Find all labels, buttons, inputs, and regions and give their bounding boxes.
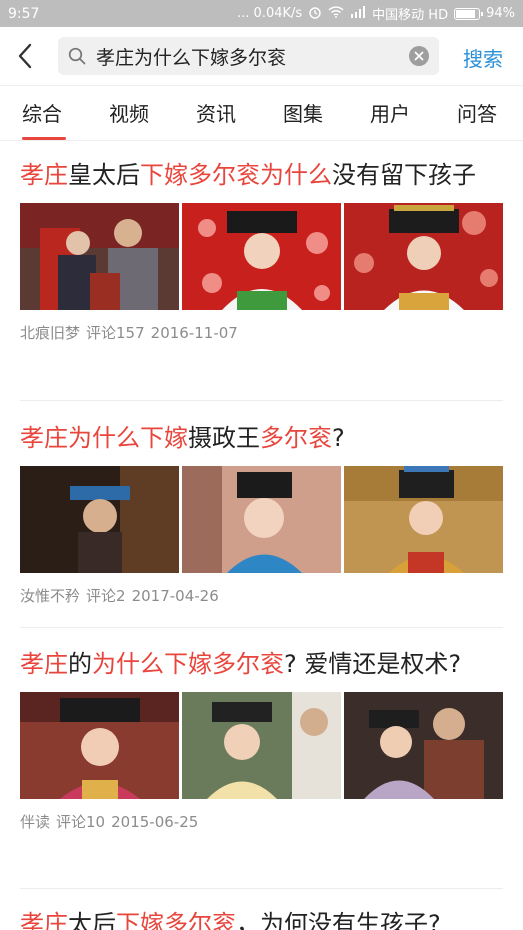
wifi-icon [328,5,344,22]
result-meta: 汝惟不矜 评论2 2017-04-26 [20,585,503,606]
thumbnail-image[interactable] [20,466,179,573]
search-input[interactable]: 孝庄为什么下嫁多尔衮 [58,37,439,75]
result-title[interactable]: 孝庄的为什么下嫁多尔衮? 爱情还是权术? [20,646,503,682]
title-text: 太后 [68,910,116,930]
title-highlight: 孝庄 [20,650,68,678]
result-meta: 伴读 评论10 2015-06-25 [20,811,503,832]
result-item[interactable]: 孝庄太后下嫁多尔衮，为何没有生孩子? [20,906,503,930]
publish-date: 2016-11-07 [150,324,238,342]
status-time: 9:57 [8,5,40,22]
active-tab-indicator [22,137,66,140]
thumbnail-image[interactable] [20,203,179,310]
thumbnail-row [20,203,503,310]
title-text: 没有留下孩子 [332,161,476,189]
divider [20,888,503,889]
thumbnail-row [20,692,503,799]
divider [20,400,503,401]
status-bar: 9:57 ... 0.04K/s 中国移动 HD 94% [0,0,523,27]
tab-gallery[interactable]: 图集 [283,98,323,127]
title-highlight: 多尔衮 [260,424,332,452]
battery-icon [454,7,484,20]
tab-bar: 综合 视频 资讯 图集 用户 问答 [0,85,523,141]
thumbnail-image[interactable] [344,203,503,310]
publish-date: 2015-06-25 [111,813,199,831]
search-icon [68,47,86,65]
title-text: 皇太后 [68,161,140,189]
title-highlight: 下嫁多尔衮 [116,910,236,930]
carrier-label: 中国移动 HD [372,8,449,23]
search-header: 孝庄为什么下嫁多尔衮 搜索 [0,27,523,85]
result-item[interactable]: 孝庄的为什么下嫁多尔衮? 爱情还是权术? 伴读 评论10 2015-06-25 [20,646,503,832]
thumbnail-image[interactable] [344,466,503,573]
network-speed: ... 0.04K/s [237,6,303,21]
title-text: ? 爱情还是权术? [284,650,462,678]
divider [20,627,503,628]
title-highlight: 孝庄 [20,910,68,930]
thumbnail-image[interactable] [182,466,341,573]
search-query: 孝庄为什么下嫁多尔衮 [96,46,287,69]
thumbnail-image[interactable] [344,692,503,799]
title-highlight: 下嫁多尔衮为什么 [140,161,332,189]
close-icon [414,51,424,61]
search-button[interactable]: 搜索 [463,43,503,72]
comment-count: 评论10 [56,813,106,831]
author-name[interactable]: 北痕旧梦 [20,324,80,342]
thumbnail-image[interactable] [182,692,341,799]
thumbnail-image[interactable] [182,203,341,310]
result-item[interactable]: 孝庄为什么下嫁摄政王多尔衮? 汝惟不矜 评论2 2017-04-26 [20,420,503,606]
thumbnail-row [20,466,503,573]
comment-count: 评论2 [86,587,126,605]
title-highlight: 孝庄 [20,161,68,189]
tab-all[interactable]: 综合 [22,98,62,127]
comment-count: 评论157 [86,324,145,342]
title-text: 摄政王 [188,424,260,452]
result-title[interactable]: 孝庄为什么下嫁摄政王多尔衮? [20,420,503,456]
tab-news[interactable]: 资讯 [196,98,236,127]
title-text: ，为何没有生孩子? [236,910,441,930]
signal-icon [350,5,366,22]
alarm-icon [308,5,322,23]
clear-search-button[interactable] [409,46,429,66]
title-highlight: 为什么下嫁多尔衮 [92,650,284,678]
result-title[interactable]: 孝庄太后下嫁多尔衮，为何没有生孩子? [20,906,503,930]
battery-percent: 94% [486,6,515,21]
thumbnail-image[interactable] [20,692,179,799]
title-text: ? [332,424,345,452]
result-title[interactable]: 孝庄皇太后下嫁多尔衮为什么没有留下孩子 [20,157,503,193]
title-text: 的 [68,650,92,678]
title-highlight: 孝庄为什么下嫁 [20,424,188,452]
tab-users[interactable]: 用户 [370,98,410,127]
author-name[interactable]: 汝惟不矜 [20,587,80,605]
back-button[interactable] [0,27,50,85]
chevron-left-icon [18,43,32,69]
author-name[interactable]: 伴读 [20,813,50,831]
status-right: ... 0.04K/s 中国移动 HD 94% [237,4,515,23]
tab-video[interactable]: 视频 [109,98,149,127]
tab-qa[interactable]: 问答 [457,98,497,127]
result-meta: 北痕旧梦 评论157 2016-11-07 [20,322,503,343]
result-item[interactable]: 孝庄皇太后下嫁多尔衮为什么没有留下孩子 北痕旧梦 评论157 2016-11-07 [20,157,503,343]
publish-date: 2017-04-26 [131,587,219,605]
